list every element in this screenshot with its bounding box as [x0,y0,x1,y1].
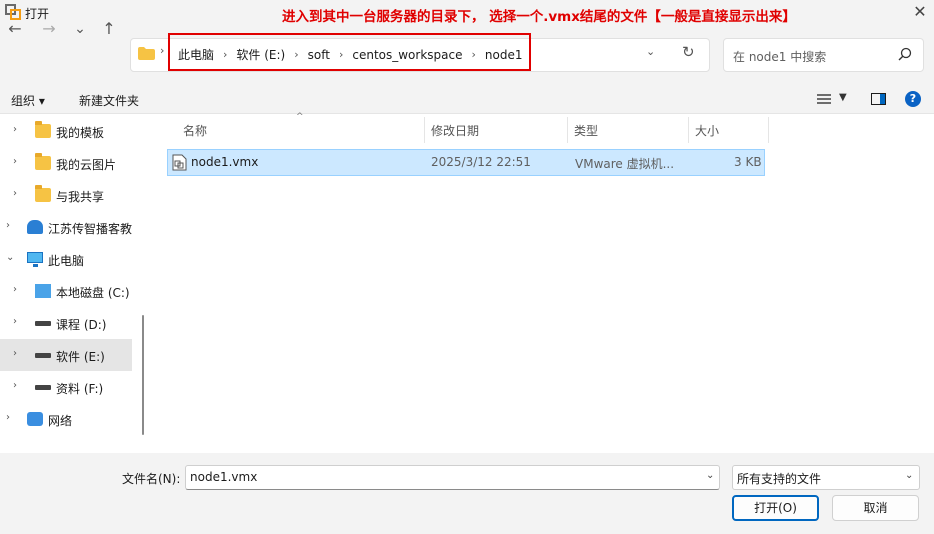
forward-arrow-icon[interactable]: → [37,19,61,41]
sidebar-item-label: 江苏传智播客教 [48,222,133,236]
sidebar-item-label: 此电脑 [48,254,85,268]
folder-icon [35,185,51,202]
column-divider[interactable] [567,117,568,143]
chevron-right-icon[interactable]: › [13,348,17,359]
chevron-right-icon[interactable]: › [13,156,17,167]
chevron-right-icon[interactable]: › [13,380,17,391]
view-options-icon[interactable] [817,93,831,105]
sidebar-scrollbar[interactable] [142,315,144,435]
refresh-icon[interactable]: ↻ [682,43,695,61]
chevron-right-icon[interactable]: › [13,188,17,199]
sidebar-item[interactable]: › 网络 [0,403,132,435]
sidebar-item[interactable]: › 资料 (F:) [0,371,132,403]
folder-icon [138,47,155,60]
column-header-name[interactable]: 名称 [183,122,207,139]
sidebar-item-label: 课程 (D:) [56,318,107,332]
sidebar-item-label: 与我共享 [56,190,105,204]
help-icon[interactable]: ? [905,91,921,107]
column-header-type[interactable]: 类型 [574,122,598,139]
sidebar-item[interactable]: › 本地磁盘 (C:) [0,275,132,307]
chevron-down-icon[interactable]: ⌄ [646,45,655,58]
sidebar-item[interactable]: ⌄ 此电脑 [0,243,132,275]
vmx-file-icon [172,154,187,171]
folder-icon [35,153,51,170]
sidebar-item-label: 软件 (E:) [56,350,105,364]
instruction-annotation: 进入到其中一台服务器的目录下， 选择一个.vmx结尾的文件【一般是直接显示出来】 [282,9,796,25]
command-toolbar [0,86,934,114]
sidebar-item-label: 资料 (F:) [56,382,104,396]
drive-icon [35,385,51,390]
sidebar-item[interactable]: › 我的云图片 [0,147,132,179]
chevron-down-icon[interactable]: ⌄ [6,252,14,263]
column-header-size[interactable]: 大小 [695,122,719,139]
chevron-right-icon[interactable]: › [6,412,10,423]
sidebar-item[interactable]: › 与我共享 [0,179,132,211]
chevron-right-icon[interactable]: › [13,124,17,135]
recent-locations-chevron-icon[interactable]: ⌄ [68,19,92,41]
back-arrow-icon[interactable]: ← [3,19,27,41]
file-modified: 2025/3/12 22:51 [431,155,531,169]
preview-pane-icon[interactable] [871,93,886,105]
sidebar-item-label: 网络 [48,414,73,428]
sidebar-item[interactable]: › 课程 (D:) [0,307,132,339]
cancel-button[interactable]: 取消 [832,495,919,521]
annotation-highlight-box [168,33,531,71]
folder-icon [35,121,51,138]
column-divider[interactable] [424,117,425,143]
search-icon[interactable] [898,47,912,61]
column-header-modified[interactable]: 修改日期 [431,122,479,139]
vmware-app-icon [5,4,21,20]
sidebar-item-label: 本地磁盘 (C:) [56,286,130,300]
close-icon[interactable]: ✕ [908,2,932,24]
cloud-drive-icon [27,220,43,234]
file-size: 3 KB [734,155,762,169]
sidebar-item[interactable]: › 软件 (E:) [0,339,132,371]
filetype-value[interactable]: 所有支持的文件 [737,470,821,487]
chevron-right-icon[interactable]: › [6,220,10,231]
column-divider[interactable] [688,117,689,143]
up-arrow-icon[interactable]: ↑ [97,19,121,41]
filename-value[interactable]: node1.vmx [190,470,257,484]
file-name[interactable]: node1.vmx [191,155,258,169]
column-divider[interactable] [768,117,769,143]
sidebar-item-label: 我的云图片 [56,158,117,172]
network-icon [27,412,43,426]
computer-icon [27,252,43,267]
sort-ascending-icon: ^ [296,112,304,122]
new-folder-button[interactable]: 新建文件夹 [79,92,139,109]
open-button[interactable]: 打开(O) [732,495,819,521]
sidebar-item[interactable]: › 江苏传智播客教 [0,211,132,243]
drive-icon [35,353,51,358]
breadcrumb-separator: › [160,44,165,57]
chevron-down-icon[interactable]: ⌄ [905,470,913,481]
organize-menu-button[interactable]: 组织 ▾ [11,92,45,109]
file-type: VMware 虚拟机... [575,157,675,171]
windows-drive-icon [35,284,51,298]
chevron-right-icon[interactable]: › [13,284,17,295]
sidebar-item-label: 我的模板 [56,126,105,140]
filename-label: 文件名(N): [122,472,181,486]
view-dropdown-chevron-icon[interactable]: ▼ [839,92,847,103]
chevron-right-icon[interactable]: › [13,316,17,327]
sidebar-item[interactable]: › 我的模板 [0,115,132,147]
drive-icon [35,321,51,326]
search-placeholder: 在 node1 中搜索 [733,50,827,64]
chevron-down-icon[interactable]: ⌄ [706,470,714,481]
filename-field[interactable] [185,465,720,490]
